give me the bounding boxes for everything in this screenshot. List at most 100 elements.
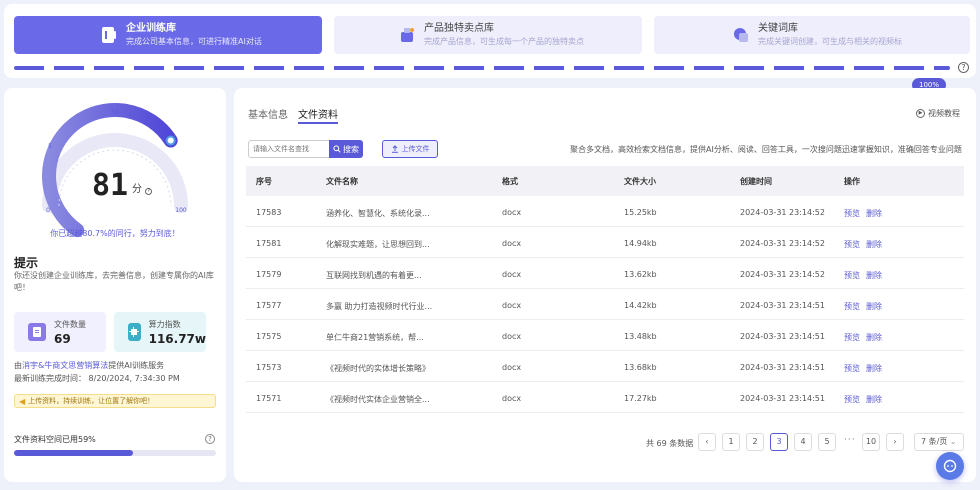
table-row: 17581 化解现实难题，让思想回到... docx 14.94kb 2024-03-3… [246, 227, 964, 258]
video-tutorial-link[interactable]: ▶ 视频教程 [916, 108, 960, 119]
file-icon [28, 323, 46, 341]
gauge-tick: 0 [46, 207, 50, 214]
cell-format: docx [502, 301, 522, 310]
cell-time: 2024-03-31 23:14:52 [740, 239, 825, 248]
page-button[interactable]: 4 [794, 433, 812, 451]
chip-icon [128, 323, 141, 341]
steps-bar: 企业训练库 完成公司基本信息，可进行精准AI对话 产品独特卖点库 完成产品信息，… [4, 4, 976, 78]
gauge-tick: 100 [175, 207, 187, 214]
search-icon [333, 145, 341, 153]
tips-text: 你还没创建企业训练库，去完善信息，创建专属你的AI库吧！ [14, 271, 214, 292]
cell-time: 2024-03-31 23:14:51 [740, 363, 825, 372]
cell-name: 《视频时代实体企业营销全... [326, 395, 430, 404]
pagination: 共 69 条数据 ‹ 1 2 3 4 5 ··· 10 › 7 条/页 ⌄ [234, 433, 976, 453]
page-button[interactable]: 1 [722, 433, 740, 451]
tab-underline [298, 122, 338, 124]
tab-files[interactable]: 文件资料 [298, 106, 338, 121]
gauge-tick: 50 [111, 109, 119, 116]
step-subtitle: 完成产品信息，可生成每一个产品的独特卖点 [424, 37, 584, 46]
upload-file-button[interactable]: 上传文件 [382, 140, 438, 158]
table-header: 序号 文件名称 格式 文件大小 创建时间 操作 [246, 166, 964, 196]
chat-icon [943, 459, 957, 473]
step-product-selling-points[interactable]: 产品独特卖点库 完成产品信息，可生成每一个产品的独特卖点 [334, 16, 642, 54]
cell-time: 2024-03-31 23:14:51 [740, 332, 825, 341]
storage-label: 文件资料空间已用59% [14, 435, 96, 444]
training-source: 由消宇&牛商文思营销算法提供AI训练服务 [14, 361, 165, 370]
column-header: 文件名称 [326, 177, 358, 186]
cell-name: 《视频时代的实体增长策略》 [326, 364, 430, 373]
step-title: 企业训练库 [126, 23, 176, 34]
total-count: 共 69 条数据 [646, 439, 694, 448]
card-value: 69 [54, 331, 71, 346]
cell-id: 17579 [256, 270, 282, 279]
cell-format: docx [502, 394, 522, 403]
megaphone-icon: ◀ [19, 396, 26, 406]
page-button[interactable]: 10 [862, 433, 880, 451]
card-label: 算力指数 [148, 319, 181, 329]
cell-size: 14.42kb [624, 301, 657, 310]
cell-name: 多赢 助力打造视频时代行业... [326, 302, 433, 311]
delete-link[interactable]: 删除 [866, 301, 882, 312]
delete-link[interactable]: 删除 [866, 208, 882, 219]
page-button[interactable]: 2 [746, 433, 764, 451]
help-icon[interactable]: ? [205, 434, 215, 444]
preview-link[interactable]: 预览 [844, 270, 860, 281]
cell-size: 13.68kb [624, 363, 657, 372]
table-row: 17583 涵养化、智慧化、系统化录... docx 15.25kb 2024-03-3… [246, 196, 964, 227]
progress-dashes [14, 66, 950, 70]
cell-name: 化解现实难题，让思想回到... [326, 240, 430, 249]
score-panel: 0 5 50 100 81 分 ? 你已超越80.7%的同行，努力到底！ 提示 … [4, 88, 226, 482]
preview-link[interactable]: 预览 [844, 332, 860, 343]
preview-link[interactable]: 预览 [844, 301, 860, 312]
cell-time: 2024-03-31 23:14:51 [740, 301, 825, 310]
score-unit: 分 ? [132, 180, 153, 195]
column-header: 文件大小 [624, 177, 656, 186]
gauge-tick: 5 [48, 143, 52, 150]
prev-page-button[interactable]: ‹ [698, 433, 716, 451]
cell-name: 互联网找到机遇的有着更... [326, 271, 422, 280]
step-keyword-library[interactable]: 关键词库 完成关键词创建，可生成与相关的视频标 [654, 16, 970, 54]
cell-size: 13.62kb [624, 270, 657, 279]
column-header: 创建时间 [740, 177, 772, 186]
delete-link[interactable]: 删除 [866, 270, 882, 281]
cell-id: 17575 [256, 332, 282, 341]
step-subtitle: 完成关键词创建，可生成与相关的视频标 [758, 37, 902, 46]
score-value: 81 [92, 168, 129, 203]
column-header: 序号 [256, 177, 272, 186]
search-button[interactable]: 搜索 [329, 140, 363, 158]
page-button[interactable]: 5 [818, 433, 836, 451]
next-page-button[interactable]: › [886, 433, 904, 451]
preview-link[interactable]: 预览 [844, 363, 860, 374]
delete-link[interactable]: 删除 [866, 363, 882, 374]
help-icon: ? [145, 188, 153, 195]
delete-link[interactable]: 删除 [866, 332, 882, 343]
search-input[interactable] [248, 140, 330, 158]
delete-link[interactable]: 删除 [866, 394, 882, 405]
page-button-active[interactable]: 3 [770, 433, 788, 451]
files-panel: 基本信息 文件资料 ▶ 视频教程 搜索 上传文件 聚合多文档，高效检索文档信息，… [234, 88, 976, 482]
file-count-card: 文件数量 69 [14, 312, 106, 352]
cell-size: 13.48kb [624, 332, 657, 341]
cell-id: 17577 [256, 301, 282, 310]
delete-link[interactable]: 删除 [866, 239, 882, 250]
cell-size: 14.94kb [624, 239, 657, 248]
cell-time: 2024-03-31 23:14:52 [740, 208, 825, 217]
tab-basic-info[interactable]: 基本信息 [248, 106, 288, 121]
training-time: 最新训练完成时间： 8/20/2024, 7:34:30 PM [14, 374, 180, 383]
tips-title: 提示 [14, 256, 39, 270]
page-ellipsis[interactable]: ··· [844, 435, 856, 445]
upload-notice: ◀ 上传资料，持续训练，让位置了解你吧！ [14, 394, 216, 408]
step-enterprise-library[interactable]: 企业训练库 完成公司基本信息，可进行精准AI对话 [14, 16, 322, 54]
chat-assistant-button[interactable] [936, 452, 964, 480]
page-size-select[interactable]: 7 条/页 ⌄ [914, 433, 964, 451]
preview-link[interactable]: 预览 [844, 394, 860, 405]
help-icon[interactable]: ? [958, 62, 969, 73]
preview-link[interactable]: 预览 [844, 208, 860, 219]
document-icon [98, 24, 120, 46]
card-value: 116.77w [148, 331, 206, 346]
play-icon: ▶ [916, 109, 925, 118]
keyword-icon [730, 24, 752, 46]
cell-format: docx [502, 239, 522, 248]
table-row: 17575 单仁牛商21营销系统，帮... docx 13.48kb 2024-03-3… [246, 320, 964, 351]
preview-link[interactable]: 预览 [844, 239, 860, 250]
